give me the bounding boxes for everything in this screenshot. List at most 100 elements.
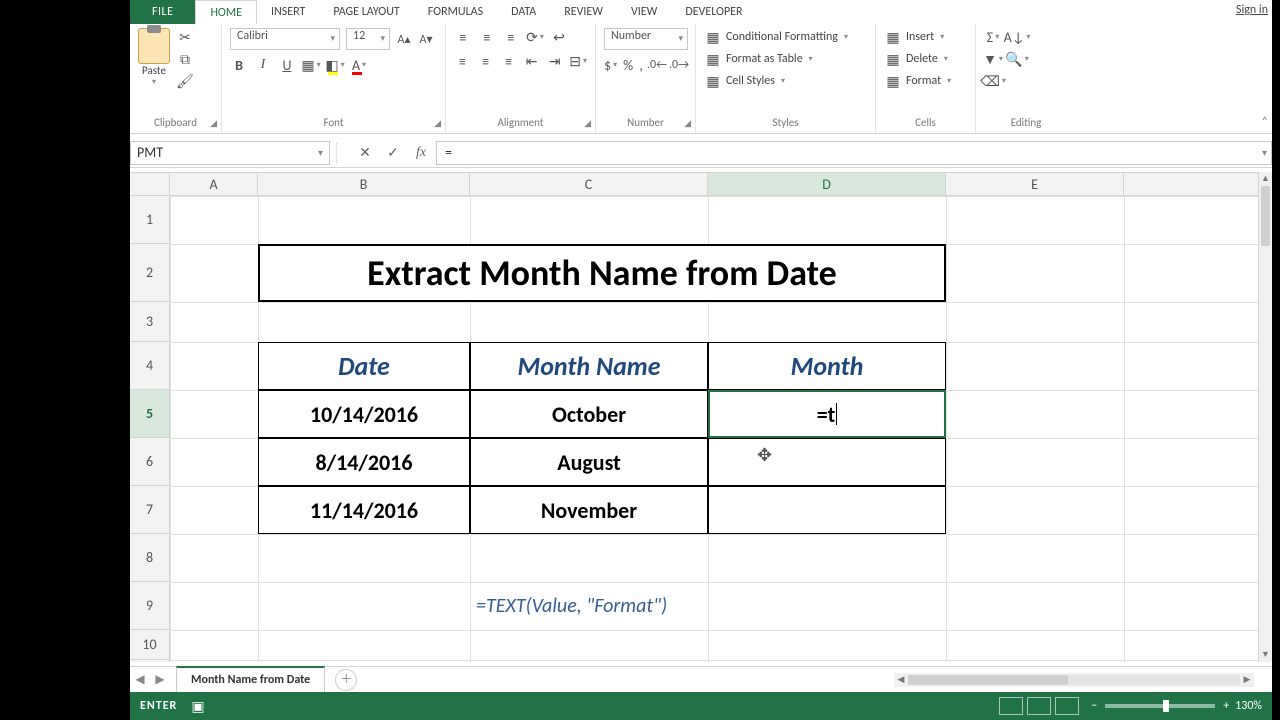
cell-month-1[interactable] xyxy=(708,438,946,486)
copy-icon[interactable]: ⧉ xyxy=(176,50,194,68)
border-button[interactable]: ▦ xyxy=(302,56,320,74)
cell-date-2[interactable]: 11/14/2016 xyxy=(258,486,470,534)
cell-styles-button[interactable]: ▦Cell Styles xyxy=(704,72,867,90)
zoom-out-button[interactable]: − xyxy=(1091,699,1097,713)
decrease-font-icon[interactable]: A▾ xyxy=(418,31,434,47)
formula-bar-input[interactable]: = ▾ xyxy=(436,141,1272,165)
decrease-decimal-icon[interactable]: .0→ xyxy=(671,57,687,73)
view-page-layout-button[interactable] xyxy=(1027,697,1051,715)
clear-icon[interactable]: ⌫ xyxy=(984,72,1002,90)
row-header-10[interactable]: 10 xyxy=(130,630,169,660)
decrease-indent-icon[interactable]: ⇤ xyxy=(523,52,540,70)
tab-data[interactable]: DATA xyxy=(497,0,550,24)
view-normal-button[interactable] xyxy=(999,697,1023,715)
format-cells-button[interactable]: ▦Format xyxy=(884,72,967,90)
font-size-select[interactable]: 12 xyxy=(346,28,390,50)
underline-button[interactable]: U xyxy=(278,56,296,74)
dialog-launcher-icon[interactable]: ◢ xyxy=(684,118,691,129)
expand-formula-bar-icon[interactable]: ▾ xyxy=(1262,146,1267,159)
sheet-nav-prev-icon[interactable]: ◀ xyxy=(130,672,150,687)
merge-center-icon[interactable]: ⊟ xyxy=(569,52,587,70)
cancel-formula-button[interactable]: ✕ xyxy=(352,141,378,165)
scroll-down-icon[interactable]: ▼ xyxy=(1259,648,1272,662)
hscroll-track[interactable] xyxy=(908,675,1240,685)
sheet-nav-next-icon[interactable]: ▶ xyxy=(150,672,170,687)
fill-color-button[interactable]: ◧ xyxy=(326,56,344,74)
sheet-tab-active[interactable]: Month Name from Date xyxy=(176,666,325,693)
font-name-select[interactable]: Calibri xyxy=(230,28,340,50)
find-select-icon[interactable]: 🔍 xyxy=(1008,50,1026,68)
increase-font-icon[interactable]: A▴ xyxy=(396,31,412,47)
fill-icon[interactable]: ▼ xyxy=(984,50,1002,68)
cell-date-0[interactable]: 10/14/2016 xyxy=(258,390,470,438)
bold-button[interactable]: B xyxy=(230,56,248,74)
tab-view[interactable]: VIEW xyxy=(617,0,671,24)
insert-cells-button[interactable]: ▦Insert xyxy=(884,28,967,46)
column-header-D[interactable]: D xyxy=(708,173,946,195)
row-header-8[interactable]: 8 xyxy=(130,534,169,582)
tab-page-layout[interactable]: PAGE LAYOUT xyxy=(319,0,413,24)
formula-hint-cell[interactable]: =TEXT(Value, "Format") xyxy=(470,582,946,630)
view-page-break-button[interactable] xyxy=(1055,697,1079,715)
zoom-level[interactable]: 130% xyxy=(1235,699,1262,713)
hscroll-right-icon[interactable]: ▶ xyxy=(1240,674,1254,685)
header-month[interactable]: Month xyxy=(708,342,946,390)
wrap-text-icon[interactable]: ↩ xyxy=(550,28,568,46)
cell-month-name-2[interactable]: November xyxy=(470,486,708,534)
cell-month-2[interactable] xyxy=(708,486,946,534)
cell-date-1[interactable]: 8/14/2016 xyxy=(258,438,470,486)
header-date[interactable]: Date xyxy=(258,342,470,390)
delete-cells-button[interactable]: ▦Delete xyxy=(884,50,967,68)
row-header-3[interactable]: 3 xyxy=(130,302,169,342)
align-middle-icon[interactable]: ≡ xyxy=(478,28,496,46)
cell-month-name-1[interactable]: August xyxy=(470,438,708,486)
dialog-launcher-icon[interactable]: ◢ xyxy=(210,118,217,129)
format-as-table-button[interactable]: ▦Format as Table xyxy=(704,50,867,68)
vscroll-thumb[interactable] xyxy=(1261,186,1270,246)
tab-developer[interactable]: DEVELOPER xyxy=(671,0,756,24)
align-top-icon[interactable]: ≡ xyxy=(454,28,472,46)
add-sheet-button[interactable]: ＋ xyxy=(335,669,357,691)
currency-icon[interactable]: $ xyxy=(604,56,617,74)
align-right-icon[interactable]: ≡ xyxy=(500,52,517,70)
hscroll-left-icon[interactable]: ◀ xyxy=(894,674,908,685)
cell-grid[interactable]: Extract Month Name from Date DateMonth Na… xyxy=(170,196,1258,662)
align-left-icon[interactable]: ≡ xyxy=(454,52,471,70)
row-header-2[interactable]: 2 xyxy=(130,244,169,302)
percent-icon[interactable]: % xyxy=(623,56,633,74)
sort-filter-icon[interactable]: A↓ xyxy=(1008,28,1026,46)
format-painter-icon[interactable]: 🖌 xyxy=(176,72,194,90)
tab-formulas[interactable]: FORMULAS xyxy=(414,0,497,24)
cell-month-name-0[interactable]: October xyxy=(470,390,708,438)
title-cell[interactable]: Extract Month Name from Date xyxy=(258,244,946,302)
increase-decimal-icon[interactable]: .0← xyxy=(649,57,665,73)
name-box[interactable]: PMT xyxy=(130,141,330,165)
enter-formula-button[interactable]: ✓ xyxy=(380,141,406,165)
row-header-5[interactable]: 5 xyxy=(130,390,169,438)
row-header-6[interactable]: 6 xyxy=(130,438,169,486)
hscroll-thumb[interactable] xyxy=(908,675,1068,685)
number-format-select[interactable]: Number xyxy=(604,28,688,50)
tab-home[interactable]: HOME xyxy=(195,0,257,24)
increase-indent-icon[interactable]: ⇥ xyxy=(546,52,563,70)
tab-review[interactable]: REVIEW xyxy=(550,0,617,24)
select-all-corner[interactable] xyxy=(130,172,170,196)
row-header-1[interactable]: 1 xyxy=(130,196,169,244)
zoom-slider-knob[interactable] xyxy=(1163,700,1169,712)
scroll-up-icon[interactable]: ▲ xyxy=(1259,172,1272,186)
vertical-scrollbar[interactable]: ▲ ▼ xyxy=(1258,172,1272,662)
comma-icon[interactable]: , xyxy=(639,56,643,74)
conditional-formatting-button[interactable]: ▦Conditional Formatting xyxy=(704,28,867,46)
autosum-icon[interactable]: Σ xyxy=(984,28,1002,46)
align-bottom-icon[interactable]: ≡ xyxy=(502,28,520,46)
row-header-7[interactable]: 7 xyxy=(130,486,169,534)
collapse-ribbon-icon[interactable]: ˄ xyxy=(1262,115,1268,129)
file-tab[interactable]: FILE xyxy=(130,0,195,24)
cut-icon[interactable]: ✂ xyxy=(176,28,194,46)
orientation-icon[interactable]: ⟳ xyxy=(526,28,544,46)
italic-button[interactable]: I xyxy=(254,56,272,74)
header-month-name[interactable]: Month Name xyxy=(470,342,708,390)
paste-button[interactable]: Paste ▾ xyxy=(138,28,170,87)
column-header-B[interactable]: B xyxy=(258,173,470,195)
insert-function-button[interactable]: fx xyxy=(408,141,434,165)
